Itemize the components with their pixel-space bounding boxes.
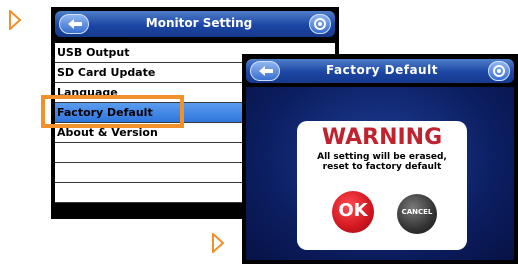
- warning-message-line: reset to factory default: [322, 162, 442, 172]
- back-arrow-icon: [259, 66, 273, 76]
- ok-button[interactable]: OK: [332, 191, 374, 233]
- step-arrow-icon: [9, 10, 21, 30]
- titlebar: Factory Default: [246, 59, 514, 83]
- gear-icon: [314, 18, 326, 30]
- back-arrow-icon: [68, 19, 82, 29]
- gear-icon: [493, 65, 505, 77]
- screen-content: WARNING All setting will be erased, rese…: [246, 87, 514, 260]
- titlebar: Monitor Setting: [55, 11, 335, 37]
- selection-highlight: [41, 95, 184, 128]
- page-title: Factory Default: [326, 63, 438, 77]
- warning-message-line: All setting will be erased,: [317, 152, 447, 162]
- page-title: Monitor Setting: [145, 16, 253, 30]
- settings-button[interactable]: [488, 61, 510, 81]
- warning-dialog: WARNING All setting will be erased, rese…: [297, 121, 467, 250]
- step-arrow-icon: [212, 233, 224, 253]
- cancel-label: CANCEL: [401, 208, 433, 216]
- warning-message: All setting will be erased, reset to fac…: [297, 152, 467, 172]
- settings-button[interactable]: [309, 14, 331, 34]
- ok-label: OK: [338, 200, 368, 221]
- factory-default-screen: Factory Default WARNING All setting will…: [242, 54, 518, 264]
- warning-heading: WARNING: [321, 125, 443, 150]
- cancel-button[interactable]: CANCEL: [397, 194, 437, 234]
- back-button[interactable]: [250, 61, 280, 81]
- back-button[interactable]: [59, 14, 89, 34]
